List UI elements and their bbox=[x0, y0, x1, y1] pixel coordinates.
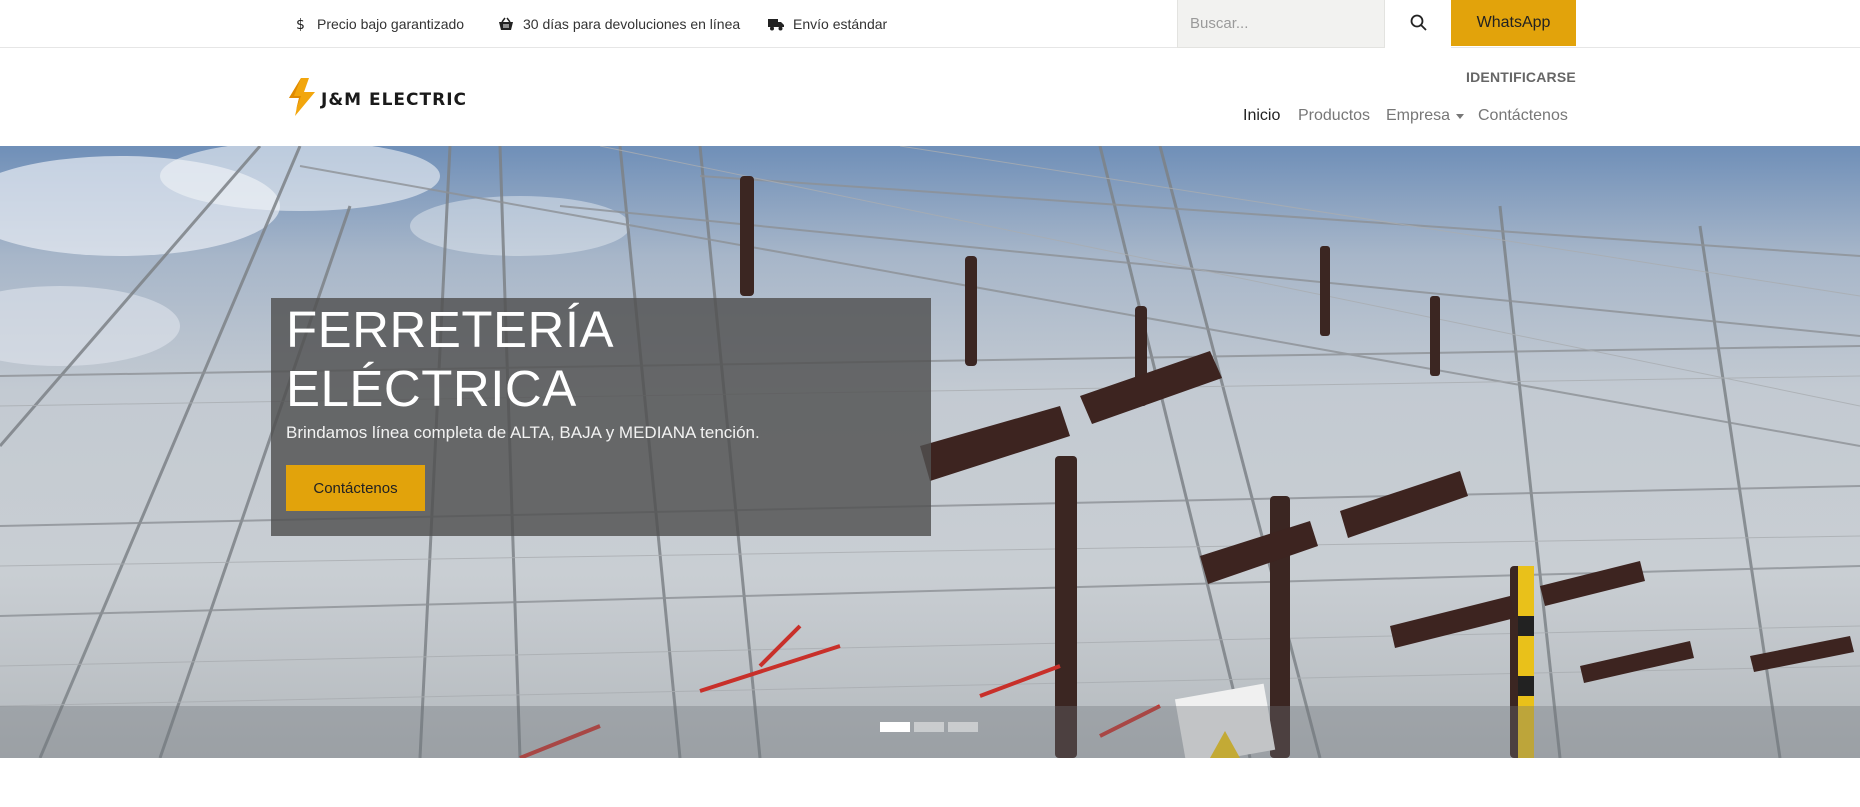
nav-contactenos[interactable]: Contáctenos bbox=[1478, 107, 1568, 125]
carousel-indicator[interactable] bbox=[880, 722, 910, 732]
promo-low-price: $ Precio bajo garantizado bbox=[292, 0, 464, 48]
signin-link[interactable]: IDENTIFICARSE bbox=[1466, 69, 1576, 85]
hero-subtitle: Brindamos línea completa de ALTA, BAJA y… bbox=[286, 423, 760, 442]
whatsapp-button[interactable]: WhatsApp bbox=[1451, 0, 1576, 46]
promo-label: 30 días para devoluciones en línea bbox=[523, 16, 741, 32]
nav-productos[interactable]: Productos bbox=[1298, 107, 1370, 125]
top-bar: $ Precio bajo garantizado 30 días para d… bbox=[0, 0, 1860, 48]
hero-contact-button[interactable]: Contáctenos bbox=[286, 465, 425, 511]
carousel-indicator[interactable] bbox=[914, 722, 944, 732]
caret-down-icon bbox=[1456, 113, 1465, 119]
promo-label: Precio bajo garantizado bbox=[317, 16, 465, 32]
svg-text:$: $ bbox=[296, 17, 305, 32]
dollar-icon: $ bbox=[292, 16, 308, 32]
promo-shipping: Envío estándar bbox=[768, 0, 887, 48]
nav-empresa-label: Empresa bbox=[1386, 107, 1451, 124]
hero-caption: FERRETERÍA ELÉCTRICA Brindamos línea com… bbox=[271, 298, 931, 536]
hero-carousel: FERRETERÍA ELÉCTRICA Brindamos línea com… bbox=[0, 146, 1860, 758]
truck-icon bbox=[768, 16, 784, 32]
promo-returns: 30 días para devoluciones en línea bbox=[498, 0, 740, 48]
nav-empresa-dropdown[interactable]: Empresa bbox=[1386, 107, 1465, 125]
logo[interactable]: J&M ELECTRIC bbox=[287, 78, 467, 121]
carousel-indicator[interactable] bbox=[948, 722, 978, 732]
basket-icon bbox=[498, 16, 514, 32]
nav-inicio[interactable]: Inicio bbox=[1243, 107, 1280, 125]
main-header: J&M ELECTRIC IDENTIFICARSE Inicio Produc… bbox=[0, 48, 1860, 146]
hero-title: FERRETERÍA ELÉCTRICA bbox=[286, 301, 612, 417]
lightning-bolt-icon bbox=[287, 78, 317, 121]
search-input[interactable] bbox=[1177, 0, 1385, 48]
carousel-indicators bbox=[880, 722, 982, 732]
promo-label: Envío estándar bbox=[793, 16, 888, 32]
logo-text: J&M ELECTRIC bbox=[321, 89, 468, 110]
search-button[interactable] bbox=[1385, 0, 1451, 48]
search-icon bbox=[1410, 14, 1427, 34]
